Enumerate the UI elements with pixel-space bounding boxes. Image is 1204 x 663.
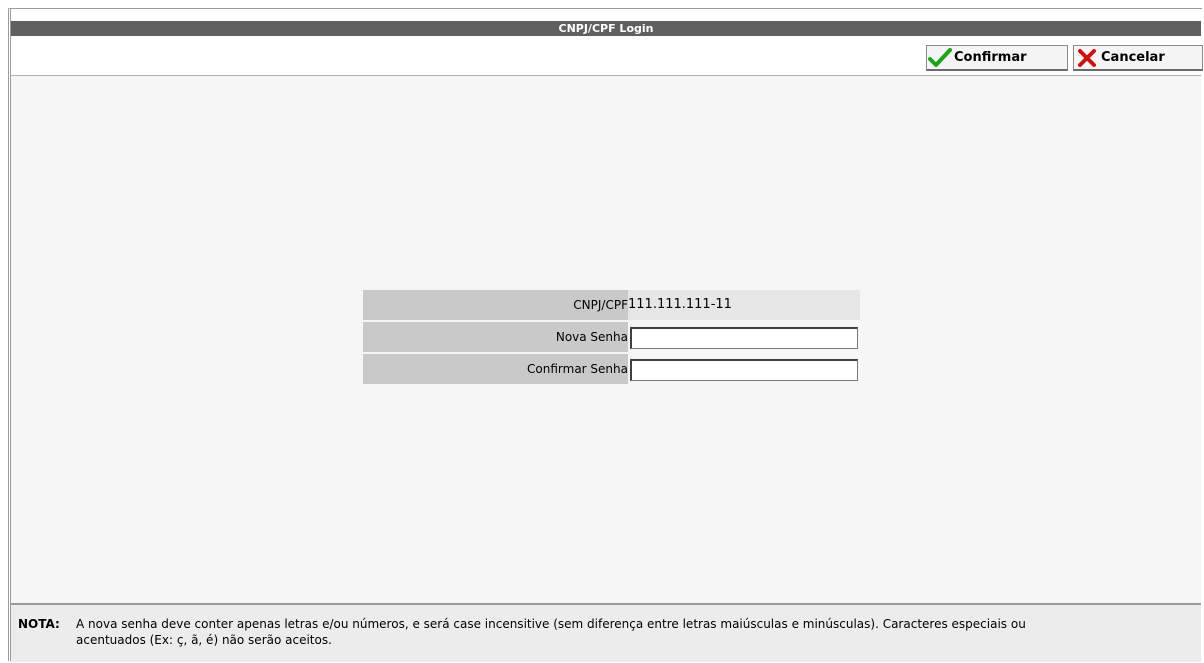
x-icon [1074,46,1100,70]
note-footer: NOTA: A nova senha deve conter apenas le… [11,605,1201,662]
confirm-password-input[interactable] [630,359,858,381]
form-row-new-password: Nova Senha [363,322,860,354]
cnpj-label: CNPJ/CPF [363,290,628,322]
confirm-button-label: Confirmar [954,50,1027,65]
note-label: NOTA: [18,617,60,631]
form-row-confirm-password: Confirmar Senha [363,354,860,386]
confirm-password-label: Confirmar Senha [363,354,628,386]
toolbar: Confirmar Cancelar [11,36,1203,76]
cnpj-value: 111.111.111-11 [628,290,860,322]
cancel-button-label: Cancelar [1101,50,1165,65]
confirm-password-field-wrap [628,354,858,386]
confirm-button[interactable]: Confirmar [926,45,1068,71]
window-title: CNPJ/CPF Login [11,21,1201,36]
content-area: CNPJ/CPF 111.111.111-11 Nova Senha Confi… [11,76,1201,605]
cancel-button[interactable]: Cancelar [1073,45,1203,71]
form-row-cnpj: CNPJ/CPF 111.111.111-11 [363,290,860,322]
new-password-label: Nova Senha [363,322,628,354]
check-icon [927,46,953,70]
dialog-frame: CNPJ/CPF Login Confirmar Cancelar CNPJ/C… [8,8,1203,662]
new-password-field-wrap [628,322,858,354]
new-password-input[interactable] [630,327,858,349]
password-form: CNPJ/CPF 111.111.111-11 Nova Senha Confi… [363,290,860,386]
note-text: A nova senha deve conter apenas letras e… [76,617,1026,647]
